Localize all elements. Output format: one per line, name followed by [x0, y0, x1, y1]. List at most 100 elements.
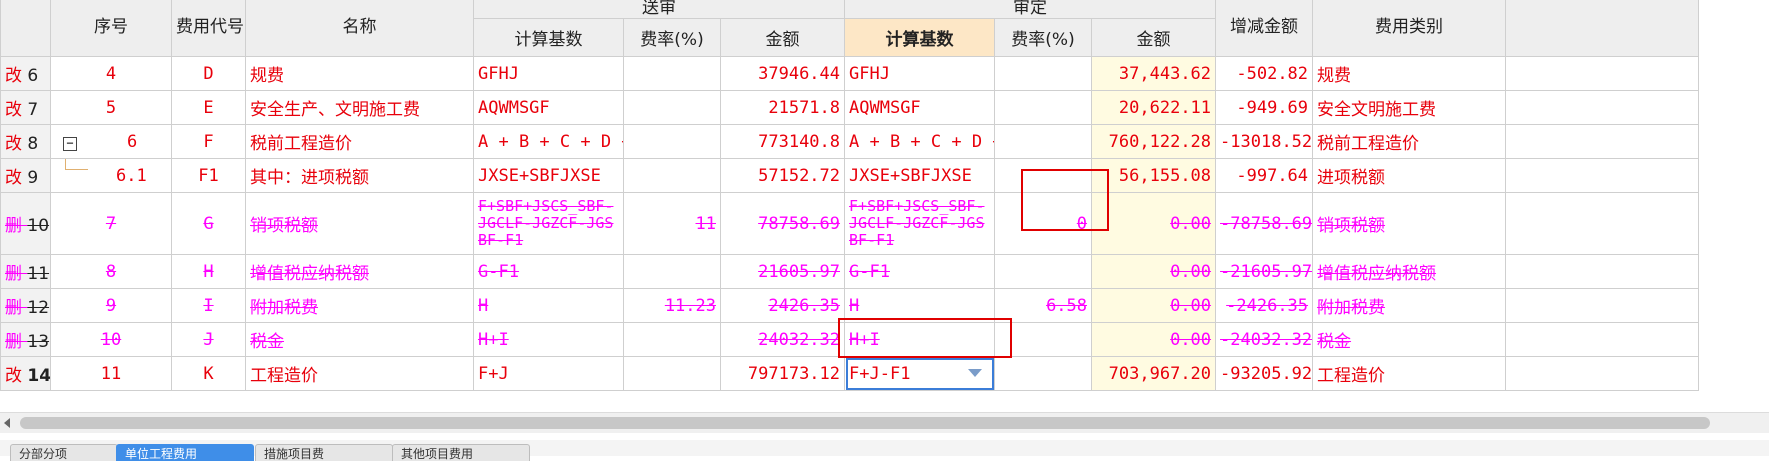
cell-amount-approved[interactable]: 20,622.11: [1091, 90, 1217, 125]
row-header[interactable]: 改 7: [0, 90, 51, 125]
cell-amount-approved[interactable]: 0.00: [1091, 288, 1217, 323]
cell-name[interactable]: 增值税应纳税额: [245, 254, 474, 289]
cell-code[interactable]: E: [171, 90, 246, 125]
cell-base-approved[interactable]: H+I: [844, 322, 996, 357]
tab-partial-items[interactable]: 分部分项: [10, 444, 118, 461]
row-header[interactable]: 删 10: [0, 192, 51, 255]
cell-amount-submitted[interactable]: 773140.8: [719, 124, 846, 159]
table-row[interactable]: 删 11 8 H 增值税应纳税额 G-F1 21605.97 G-F1 0.00…: [0, 254, 1700, 289]
cell-rate-submitted[interactable]: [623, 254, 721, 289]
row-header[interactable]: 改 14: [0, 356, 51, 391]
cell-amount-approved[interactable]: 0.00: [1091, 192, 1217, 255]
table-row[interactable]: 改 14 11 K 工程造价 F+J 797173.12 F+J-F1 703,…: [0, 356, 1700, 391]
cell-seq[interactable]: 10: [50, 322, 172, 357]
col-code-header[interactable]: 费用代号: [171, 0, 246, 57]
cell-seq[interactable]: −6: [50, 124, 172, 159]
row-header[interactable]: 改 6: [0, 56, 51, 91]
cell-diff[interactable]: -2426.35: [1215, 288, 1314, 323]
cell-rate-submitted[interactable]: [623, 356, 721, 391]
cell-category[interactable]: 工程造价: [1312, 356, 1507, 391]
cell-diff[interactable]: -93205.92: [1215, 356, 1314, 391]
col-diff-header[interactable]: 增减金额: [1215, 0, 1314, 57]
horizontal-scrollbar[interactable]: [0, 412, 1769, 433]
cell-category[interactable]: 规费: [1312, 56, 1507, 91]
cell-name[interactable]: 规费: [245, 56, 474, 91]
cell-name[interactable]: 附加税费: [245, 288, 474, 323]
cell-rate-approved[interactable]: [994, 158, 1093, 193]
cell-name[interactable]: 税前工程造价: [245, 124, 474, 159]
scroll-left-icon[interactable]: [4, 418, 10, 428]
table-row[interactable]: 删 13 10 J 税金 H+I 24032.32 H+I 0.00 -2403…: [0, 322, 1700, 357]
cell-base-submitted[interactable]: F+SBF+JSCS_SBF-JGCLF-JGZCF-JGSBF-F1: [473, 192, 624, 255]
cell-name[interactable]: 其中：进项税额: [245, 158, 474, 193]
cell-code[interactable]: G: [171, 192, 246, 255]
cell-base-submitted[interactable]: AQWMSGF: [473, 90, 624, 125]
row-header[interactable]: 改 8: [0, 124, 51, 159]
table-row[interactable]: 删 12 9 I 附加税费 H 11.23 2426.35 H 6.58 0.0…: [0, 288, 1700, 323]
cell-category[interactable]: 附加税费: [1312, 288, 1507, 323]
col-category-header[interactable]: 费用类别: [1312, 0, 1507, 57]
collapse-toggle-icon[interactable]: −: [63, 136, 77, 151]
cell-base-approved-editor[interactable]: F+J-F1: [844, 356, 996, 391]
table-row[interactable]: 删 10 7 G 销项税额 F+SBF+JSCS_SBF-JGCLF-JGZCF…: [0, 192, 1700, 255]
cell-diff[interactable]: -78758.69: [1215, 192, 1314, 255]
row-header[interactable]: 删 12: [0, 288, 51, 323]
col-rate1-header[interactable]: 费率(%): [623, 18, 721, 57]
cell-rate-approved[interactable]: [994, 90, 1093, 125]
col-base2-header[interactable]: 计算基数: [844, 18, 996, 57]
cell-amount-submitted[interactable]: 797173.12: [719, 356, 846, 391]
table-row[interactable]: 改 6 4 D 规费 GFHJ 37946.44 GFHJ 37,443.62 …: [0, 56, 1700, 91]
cell-name[interactable]: 工程造价: [245, 356, 474, 391]
cell-base-submitted[interactable]: H: [473, 288, 624, 323]
cell-rate-approved[interactable]: [994, 322, 1093, 357]
cell-amount-approved[interactable]: 56,155.08: [1091, 158, 1217, 193]
tab-measures[interactable]: 措施项目费: [255, 444, 393, 461]
cell-name[interactable]: 安全生产、文明施工费: [245, 90, 474, 125]
cell-base-approved[interactable]: G-F1: [844, 254, 996, 289]
cell-amount-submitted[interactable]: 78758.69: [719, 192, 846, 255]
cell-code[interactable]: D: [171, 56, 246, 91]
cell-amount-submitted[interactable]: 24032.32: [719, 322, 846, 357]
cell-base-submitted[interactable]: GFHJ: [473, 56, 624, 91]
cell-category[interactable]: 进项税额: [1312, 158, 1507, 193]
cell-diff[interactable]: -949.69: [1215, 90, 1314, 125]
cell-base-approved[interactable]: F+SBF+JSCS_SBF-JGCLF-JGZCF-JGSBF-F1: [844, 192, 996, 255]
cell-amount-submitted[interactable]: 57152.72: [719, 158, 846, 193]
cell-name[interactable]: 销项税额: [245, 192, 474, 255]
scrollbar-thumb[interactable]: [20, 417, 1710, 429]
cell-category[interactable]: 税金: [1312, 322, 1507, 357]
cell-base-submitted[interactable]: F+J: [473, 356, 624, 391]
cell-seq[interactable]: 8: [50, 254, 172, 289]
cell-category[interactable]: 增值税应纳税额: [1312, 254, 1507, 289]
cell-code[interactable]: F1: [171, 158, 246, 193]
cell-rate-submitted[interactable]: [623, 56, 721, 91]
cell-seq[interactable]: 4: [50, 56, 172, 91]
cell-seq[interactable]: 9: [50, 288, 172, 323]
cell-base-submitted[interactable]: JXSE+SBFJXSE: [473, 158, 624, 193]
cell-rate-approved[interactable]: 6.58: [994, 288, 1093, 323]
cell-seq[interactable]: 7: [50, 192, 172, 255]
cell-amount-submitted[interactable]: 21605.97: [719, 254, 846, 289]
cell-rate-approved[interactable]: 0: [994, 192, 1093, 255]
cell-rate-approved[interactable]: [994, 124, 1093, 159]
cell-code[interactable]: H: [171, 254, 246, 289]
cell-amount-approved[interactable]: 703,967.20: [1091, 356, 1217, 391]
cell-rate-approved[interactable]: [994, 356, 1093, 391]
col-amt2-header[interactable]: 金额: [1091, 18, 1217, 57]
col-rate2-header[interactable]: 费率(%): [994, 18, 1093, 57]
cell-amount-approved[interactable]: 0.00: [1091, 322, 1217, 357]
cell-diff[interactable]: -24032.32: [1215, 322, 1314, 357]
col-seq-header[interactable]: 序号: [50, 0, 172, 57]
cell-amount-submitted[interactable]: 21571.8: [719, 90, 846, 125]
cell-seq[interactable]: 5: [50, 90, 172, 125]
cell-code[interactable]: J: [171, 322, 246, 357]
cell-amount-submitted[interactable]: 37946.44: [719, 56, 846, 91]
cell-base-approved[interactable]: GFHJ: [844, 56, 996, 91]
cell-rate-approved[interactable]: [994, 254, 1093, 289]
col-name-header[interactable]: 名称: [245, 0, 474, 57]
cell-rate-submitted[interactable]: 11: [623, 192, 721, 255]
cell-rate-approved[interactable]: [994, 56, 1093, 91]
cell-category[interactable]: 安全文明施工费: [1312, 90, 1507, 125]
cell-category[interactable]: 销项税额: [1312, 192, 1507, 255]
row-header[interactable]: 删 11: [0, 254, 51, 289]
